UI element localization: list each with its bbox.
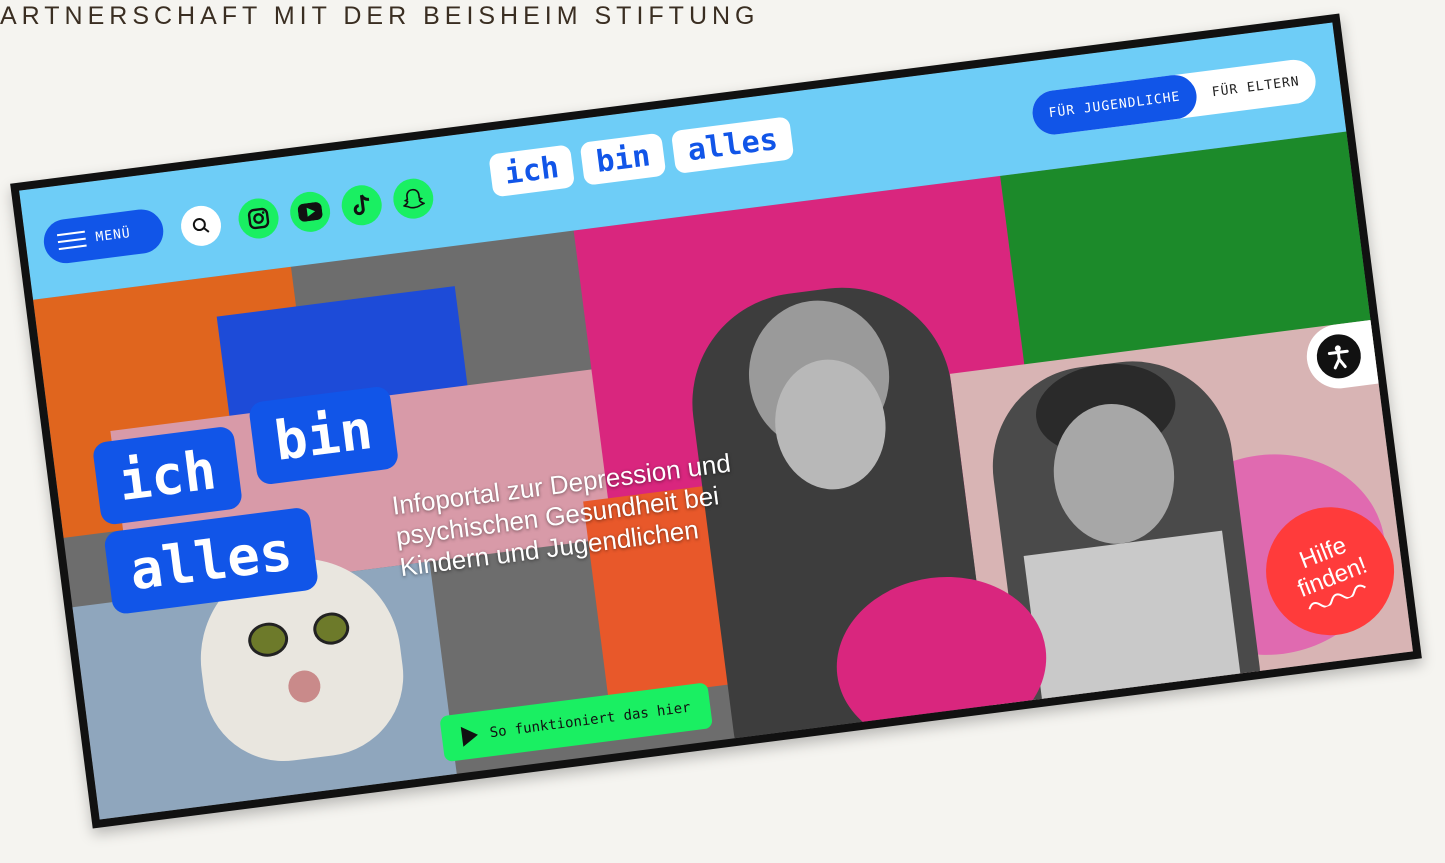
menu-button[interactable]: MENÜ xyxy=(41,206,166,266)
audience-toggle: FÜR JUGENDLICHE FÜR ELTERN xyxy=(1030,57,1319,138)
search-icon xyxy=(192,218,210,233)
partnership-caption: ARTNERSCHAFT MIT DER BEISHEIM STIFTUNG xyxy=(0,2,760,30)
menu-label: MENÜ xyxy=(94,225,132,245)
logo-word-bin: bin xyxy=(579,132,667,186)
tiktok-icon xyxy=(353,194,370,216)
header-logo[interactable]: ich bin alles xyxy=(488,116,795,198)
tab-fuer-jugendliche[interactable]: FÜR JUGENDLICHE xyxy=(1030,72,1199,138)
hamburger-icon xyxy=(56,226,87,255)
screenshot-frame: MENÜ ich bin alles FÜR JUGENDLICHE FÜR E… xyxy=(10,13,1422,829)
how-it-works-label: So funktioniert das hier xyxy=(488,699,692,742)
tiktok-link[interactable] xyxy=(339,182,385,228)
youtube-link[interactable] xyxy=(287,189,333,235)
search-button[interactable] xyxy=(178,203,224,249)
how-it-works-button[interactable]: So funktioniert das hier xyxy=(439,682,714,763)
logo-word-ich: ich xyxy=(488,144,576,198)
instagram-link[interactable] xyxy=(236,196,281,241)
tab-fuer-eltern[interactable]: FÜR ELTERN xyxy=(1193,57,1318,116)
website-screen: MENÜ ich bin alles FÜR JUGENDLICHE FÜR E… xyxy=(19,22,1413,820)
logo-word-alles: alles xyxy=(671,116,795,174)
youtube-icon xyxy=(297,202,323,222)
snapchat-icon xyxy=(402,188,426,209)
instagram-icon xyxy=(247,207,270,230)
snapchat-link[interactable] xyxy=(390,176,436,222)
play-icon xyxy=(460,724,480,747)
accessibility-icon xyxy=(1314,331,1364,381)
